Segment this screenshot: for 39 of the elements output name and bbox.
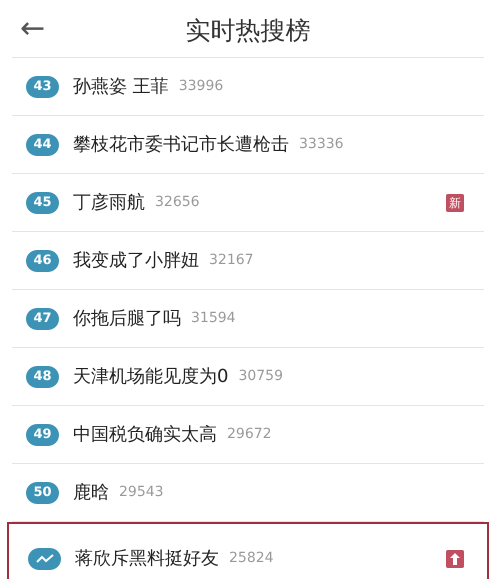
- rank-badge: 46: [26, 250, 59, 272]
- topic-link[interactable]: 鹿晗: [73, 479, 109, 506]
- search-count: 29672: [227, 425, 272, 444]
- highlighted-row[interactable]: 蒋欣斥黑料挺好友 25824: [7, 522, 489, 579]
- rank-badge: 45: [26, 192, 59, 214]
- list-row[interactable]: 46 我变成了小胖妞 32167: [12, 232, 484, 290]
- search-count: 33996: [178, 77, 224, 96]
- list-row[interactable]: 50 鹿晗 29543: [12, 464, 484, 522]
- new-tag: 新: [446, 194, 464, 212]
- trend-icon: [28, 548, 61, 570]
- search-count: 33336: [299, 135, 344, 154]
- search-count: 31594: [191, 309, 236, 328]
- topic-link[interactable]: 孙燕姿 王菲: [73, 73, 169, 100]
- list-row[interactable]: 45 丁彦雨航 32656 新: [12, 174, 484, 232]
- rank-badge: 49: [26, 424, 59, 446]
- search-count: 30759: [238, 367, 283, 386]
- rank-badge: 47: [26, 308, 59, 330]
- search-count: 32167: [209, 251, 254, 270]
- rank-badge: 50: [26, 482, 59, 504]
- rank-badge: 44: [26, 134, 59, 156]
- search-count: 25824: [229, 549, 274, 568]
- topic-link[interactable]: 我变成了小胖妞: [73, 247, 199, 274]
- back-button[interactable]: ←: [12, 14, 54, 44]
- list-row[interactable]: 49 中国税负确实太高 29672: [12, 406, 484, 464]
- list-row[interactable]: 44 攀枝花市委书记市长遭枪击 33336: [12, 116, 484, 174]
- topic-link[interactable]: 你拖后腿了吗: [73, 305, 181, 332]
- search-count: 29543: [119, 483, 164, 502]
- rank-badge: 43: [26, 76, 59, 98]
- list-row[interactable]: 48 天津机场能见度为0 30759: [12, 348, 484, 406]
- topic-link[interactable]: 蒋欣斥黑料挺好友: [75, 545, 219, 572]
- topic-link[interactable]: 攀枝花市委书记市长遭枪击: [73, 131, 289, 158]
- list-row[interactable]: 43 孙燕姿 王菲 33996: [12, 58, 484, 116]
- list-row[interactable]: 47 你拖后腿了吗 31594: [12, 290, 484, 348]
- topic-link[interactable]: 丁彦雨航: [73, 189, 145, 216]
- rank-badge: 48: [26, 366, 59, 388]
- search-count: 32656: [155, 193, 200, 212]
- topic-link[interactable]: 天津机场能见度为0: [73, 363, 228, 390]
- page-title: 实时热搜榜: [186, 16, 310, 45]
- topic-link[interactable]: 中国税负确实太高: [73, 421, 217, 448]
